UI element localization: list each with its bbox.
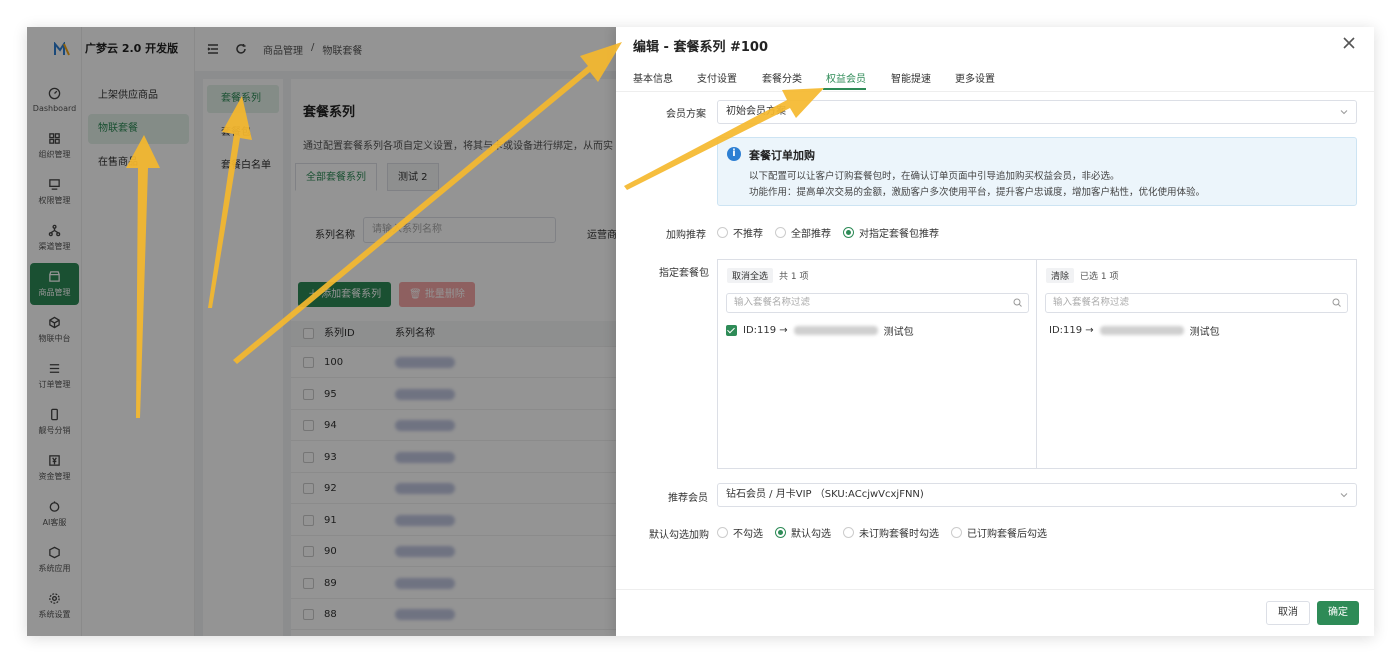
radio-default-check[interactable]: 默认勾选 bbox=[775, 525, 831, 540]
radio-check-if-ordered[interactable]: 已订购套餐后勾选 bbox=[951, 525, 1047, 540]
target-header: 清除 已选 1 项 bbox=[1046, 268, 1118, 283]
recommend-label: 加购推荐 bbox=[666, 230, 706, 241]
modal-overlay[interactable] bbox=[27, 27, 616, 636]
edit-drawer: 编辑 - 套餐系列 #100 基本信息 支付设置 套餐分类 权益会员 智能提速 … bbox=[616, 27, 1374, 636]
package-transfer: 取消全选 共 1 项 输入套餐名称过滤 ID:119 → 测试包 清除 已选 1… bbox=[717, 259, 1357, 469]
info-title: 套餐订单加购 bbox=[749, 149, 815, 162]
tab-payment[interactable]: 支付设置 bbox=[697, 70, 737, 85]
default-check-label: 默认勾选加购 bbox=[649, 530, 709, 541]
member-plan-label: 会员方案 bbox=[666, 109, 706, 120]
target-filter-input[interactable]: 输入套餐名称过滤 bbox=[1045, 293, 1348, 313]
tab-speed-up[interactable]: 智能提速 bbox=[891, 70, 931, 85]
info-alert: i 套餐订单加购 以下配置可以让客户订购套餐包时，在确认订单页面中引导追加购买权… bbox=[717, 137, 1357, 206]
radio-all-recommend[interactable]: 全部推荐 bbox=[775, 225, 831, 240]
source-filter-input[interactable]: 输入套餐名称过滤 bbox=[726, 293, 1029, 313]
confirm-button[interactable]: 确定 bbox=[1317, 601, 1359, 625]
drawer-footer: 取消 确定 bbox=[616, 589, 1374, 636]
tab-more-settings[interactable]: 更多设置 bbox=[955, 70, 995, 85]
target-item-119[interactable]: ID:119 → 测试包 bbox=[1049, 323, 1220, 338]
active-tab-indicator bbox=[823, 88, 866, 90]
source-header: 取消全选 共 1 项 bbox=[727, 268, 808, 283]
tab-basic-info[interactable]: 基本信息 bbox=[633, 70, 673, 85]
source-item-119[interactable]: ID:119 → 测试包 bbox=[726, 323, 914, 338]
search-icon bbox=[1332, 298, 1341, 307]
chevron-down-icon bbox=[1340, 493, 1348, 498]
transfer-source: 取消全选 共 1 项 输入套餐名称过滤 ID:119 → 测试包 bbox=[718, 260, 1037, 468]
close-button[interactable] bbox=[1343, 37, 1357, 51]
clear-button[interactable]: 清除 bbox=[1046, 268, 1075, 283]
deselect-all-button[interactable]: 取消全选 bbox=[727, 268, 774, 283]
blurred-name bbox=[793, 326, 878, 335]
radio-specific-recommend[interactable]: 对指定套餐包推荐 bbox=[843, 225, 939, 240]
radio-no-recommend[interactable]: 不推荐 bbox=[717, 225, 763, 240]
rec-member-select[interactable]: 钻石会员 / 月卡VIP （SKU:ACcjwVcxjFNN) bbox=[717, 483, 1357, 507]
info-icon: i bbox=[727, 147, 741, 161]
tab-member-rights[interactable]: 权益会员 bbox=[826, 70, 866, 85]
cancel-button[interactable]: 取消 bbox=[1266, 601, 1310, 625]
recommend-radio-group: 不推荐 全部推荐 对指定套餐包推荐 bbox=[717, 225, 945, 240]
blurred-name bbox=[1099, 326, 1184, 335]
tab-category[interactable]: 套餐分类 bbox=[762, 70, 802, 85]
default-radio-group: 不勾选 默认勾选 未订购套餐时勾选 已订购套餐后勾选 bbox=[717, 525, 1053, 540]
transfer-target: 清除 已选 1 项 输入套餐名称过滤 ID:119 → 测试包 bbox=[1037, 260, 1356, 468]
item-checkbox-checked[interactable] bbox=[726, 325, 737, 336]
drawer-title: 编辑 - 套餐系列 #100 bbox=[633, 40, 769, 55]
target-count: 已选 1 项 bbox=[1080, 272, 1119, 282]
source-count: 共 1 项 bbox=[779, 272, 809, 282]
rec-member-label: 推荐会员 bbox=[668, 493, 708, 504]
app-window: Dashboard 组织管理 权限管理 渠道管理 商品管理 物联中台 订单管理 bbox=[27, 27, 1374, 636]
info-line-2: 功能作用：提高单次交易的金额，激励客户多次使用平台，提升客户忠诚度，增加客户粘性… bbox=[749, 187, 1206, 198]
member-plan-select[interactable]: 初始会员方案 bbox=[717, 100, 1357, 124]
radio-no-check[interactable]: 不勾选 bbox=[717, 525, 763, 540]
close-icon bbox=[1343, 37, 1355, 49]
packages-label: 指定套餐包 bbox=[659, 268, 709, 279]
chevron-down-icon bbox=[1340, 110, 1348, 115]
drawer-tabs: 基本信息 支付设置 套餐分类 权益会员 智能提速 更多设置 bbox=[616, 62, 1374, 92]
radio-check-if-not-ordered[interactable]: 未订购套餐时勾选 bbox=[843, 525, 939, 540]
search-icon bbox=[1013, 298, 1022, 307]
info-line-1: 以下配置可以让客户订购套餐包时，在确认订单页面中引导追加购买权益会员，非必选。 bbox=[749, 171, 1120, 182]
